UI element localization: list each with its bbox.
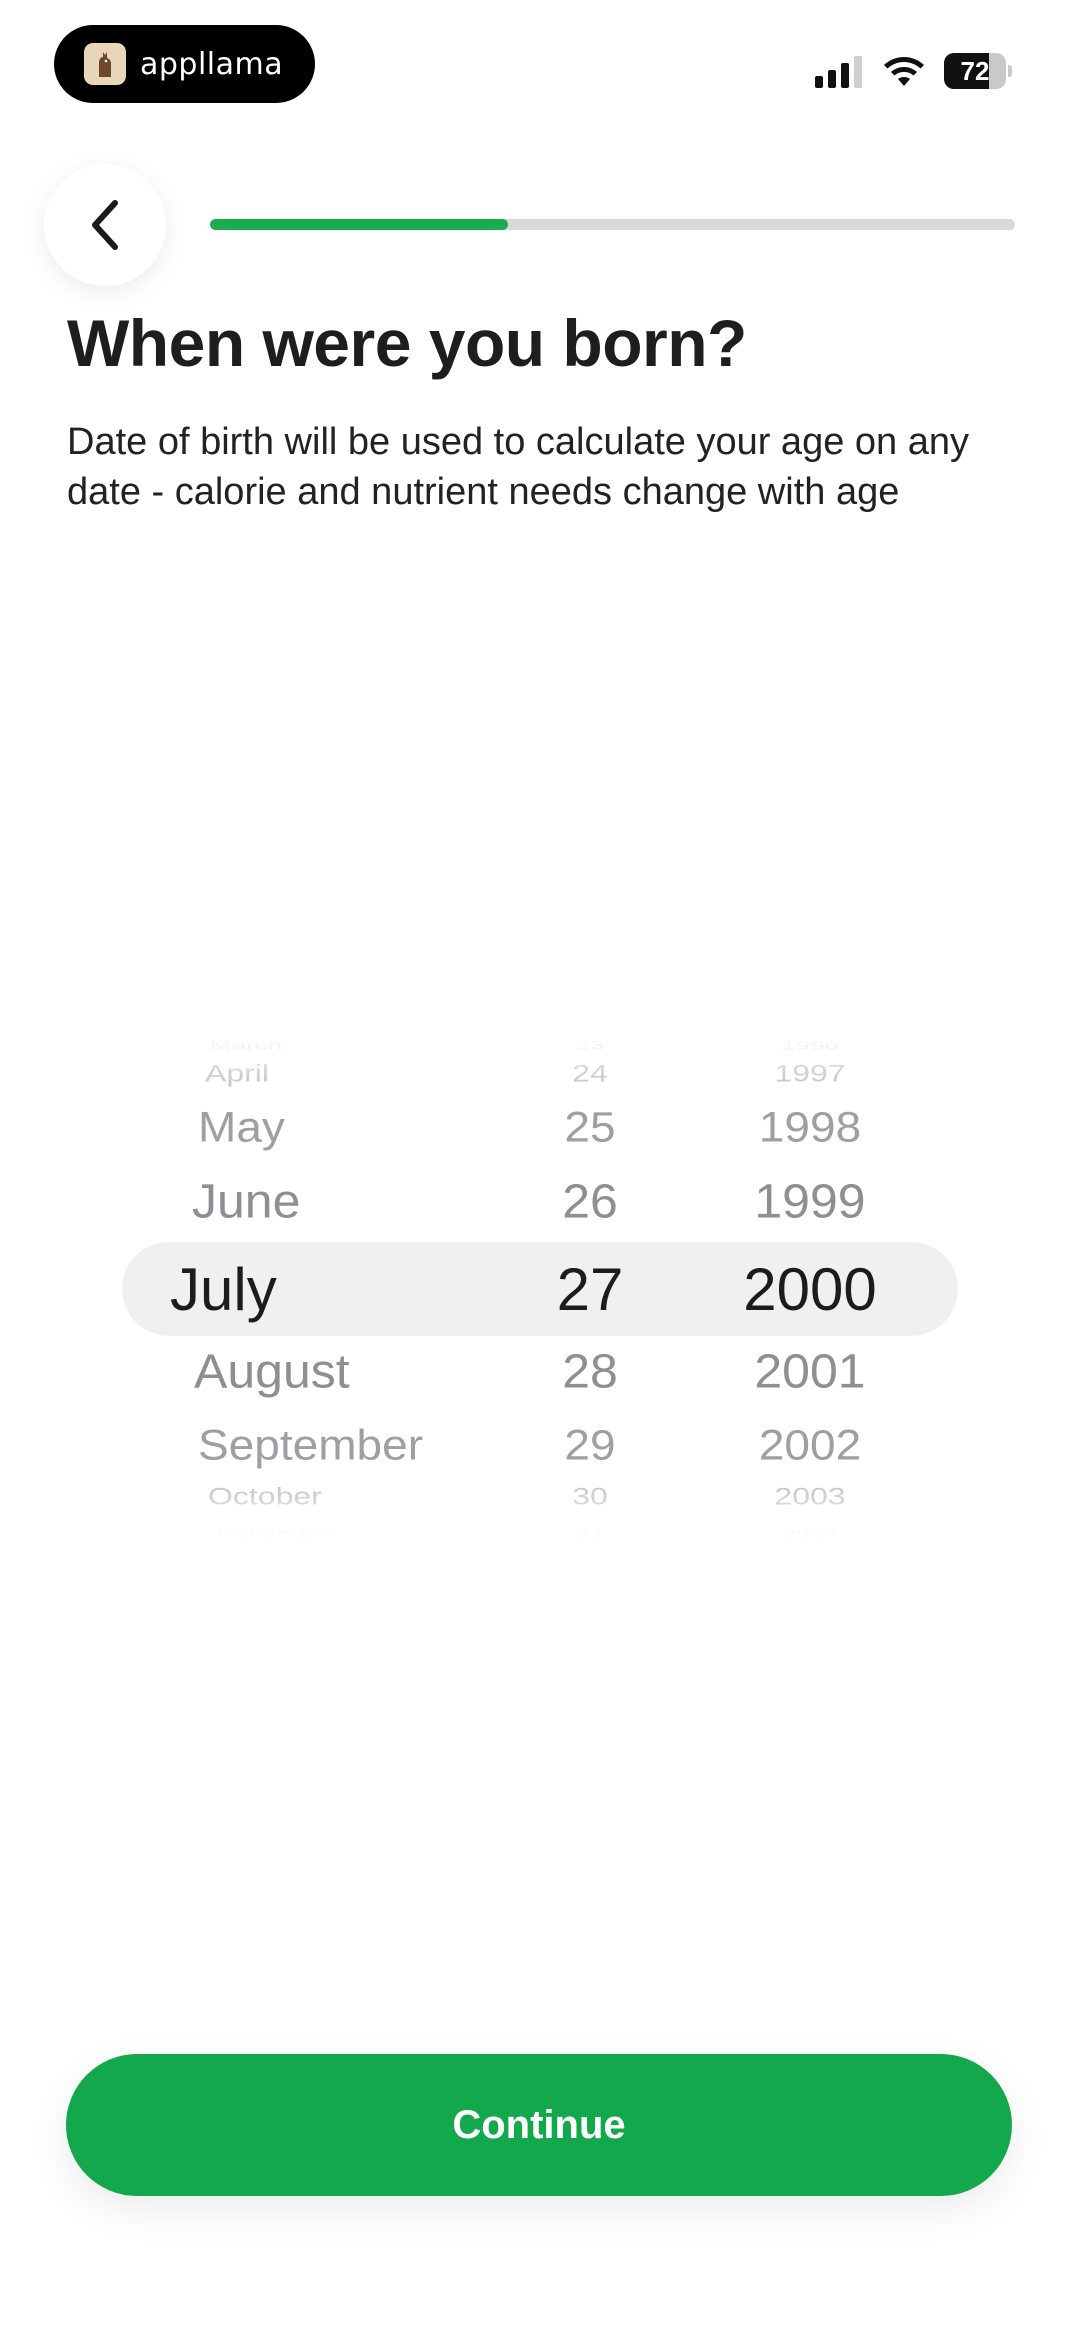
- back-button[interactable]: [44, 164, 166, 286]
- day-option[interactable]: 26: [520, 1173, 660, 1229]
- year-option[interactable]: 1999: [660, 1173, 960, 1229]
- battery-level-text: 72: [960, 56, 990, 86]
- year-option[interactable]: 2000: [660, 1255, 960, 1324]
- battery-icon: 72: [944, 53, 1012, 89]
- page-title: When were you born?: [67, 306, 747, 380]
- cellular-signal-icon: [815, 54, 862, 88]
- month-wheel[interactable]: MarchAprilMayJuneJulyAugustSeptemberOcto…: [0, 1030, 520, 1540]
- year-option[interactable]: 1998: [660, 1102, 960, 1152]
- month-option[interactable]: August: [194, 1343, 350, 1399]
- progress-bar-fill: [210, 219, 508, 230]
- month-option[interactable]: July: [170, 1255, 277, 1324]
- picker-fade-bottom: [0, 1480, 1080, 1540]
- day-option[interactable]: 28: [520, 1343, 660, 1399]
- llama-icon: [84, 43, 126, 85]
- year-option[interactable]: 2002: [660, 1420, 960, 1470]
- month-option[interactable]: June: [192, 1173, 300, 1229]
- year-option[interactable]: 2001: [660, 1343, 960, 1399]
- onboarding-progress-bar: [210, 219, 1015, 230]
- day-wheel[interactable]: 232425262728293031: [520, 1030, 660, 1540]
- wifi-icon: [884, 57, 924, 86]
- month-option[interactable]: May: [198, 1102, 285, 1152]
- status-indicators: 72: [815, 50, 1012, 92]
- chevron-left-icon: [92, 200, 118, 250]
- picker-fade-top: [0, 1030, 1080, 1090]
- year-wheel[interactable]: 199619971998199920002001200220032004: [660, 1030, 960, 1540]
- date-picker[interactable]: MarchAprilMayJuneJulyAugustSeptemberOcto…: [0, 1030, 1080, 1540]
- continue-button[interactable]: Continue: [66, 2054, 1012, 2196]
- app-name: appllama: [140, 46, 284, 82]
- day-option[interactable]: 27: [520, 1255, 660, 1324]
- month-option[interactable]: September: [198, 1420, 423, 1470]
- page-subtitle: Date of birth will be used to calculate …: [67, 421, 969, 513]
- day-option[interactable]: 25: [520, 1102, 660, 1152]
- day-option[interactable]: 29: [520, 1420, 660, 1470]
- app-switch-pill[interactable]: appllama: [54, 25, 315, 103]
